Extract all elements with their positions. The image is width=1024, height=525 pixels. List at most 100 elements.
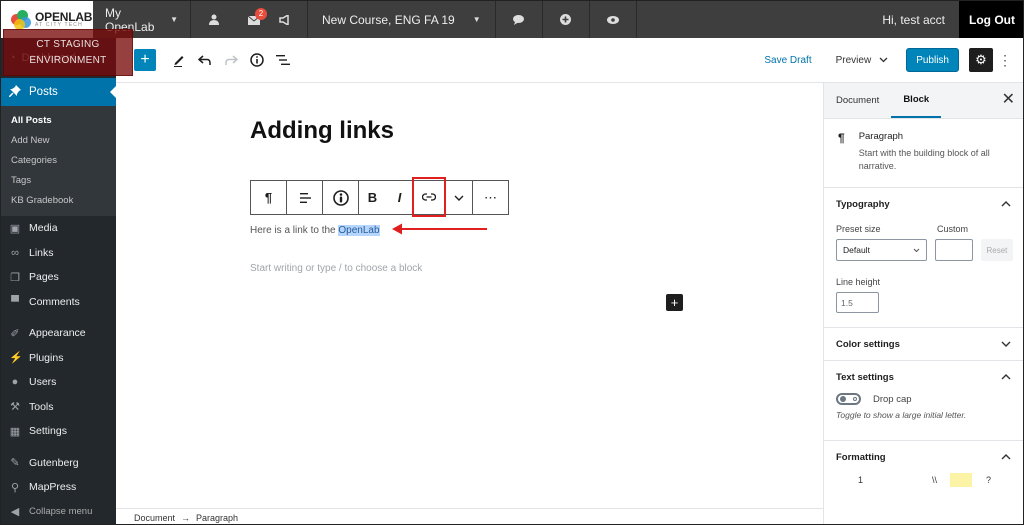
content-info-button[interactable] — [244, 47, 270, 73]
preset-size-label: Preset size — [836, 224, 881, 235]
comments-button[interactable] — [496, 1, 543, 38]
text-settings-toggle[interactable]: Text settings — [824, 361, 1023, 393]
typography-panel: Typography Preset size Custom Default Re… — [824, 188, 1023, 329]
sidebar-item-media[interactable]: ▣ Media — [1, 216, 116, 241]
submenu-all-posts[interactable]: All Posts — [1, 110, 116, 130]
submenu-kb-gradebook[interactable]: KB Gradebook — [1, 190, 116, 210]
users-icon: ● — [11, 376, 19, 389]
more-rich-text-button[interactable] — [445, 181, 472, 214]
align-button[interactable] — [287, 181, 322, 214]
submenu-categories[interactable]: Categories — [1, 150, 116, 170]
format-option-icon[interactable]: ? — [986, 475, 991, 485]
tab-block[interactable]: Block — [891, 83, 942, 118]
format-option-highlighted[interactable] — [950, 473, 972, 488]
sidebar-item-settings[interactable]: ▦ Settings — [1, 419, 116, 444]
reset-button[interactable]: Reset — [980, 239, 1013, 262]
sidebar-item-label: Media — [29, 222, 58, 235]
logout-button[interactable]: Log Out — [959, 1, 1023, 38]
sidebar-item-pages[interactable]: ❐ Pages — [1, 265, 116, 290]
link-button[interactable] — [412, 177, 446, 217]
preview-button[interactable]: Preview — [824, 55, 899, 66]
line-height-input[interactable]: 1.5 — [836, 292, 879, 314]
megaphone-icon[interactable] — [273, 14, 295, 25]
format-option-icon[interactable]: 1 — [858, 475, 863, 485]
sidebar-item-label: Posts — [29, 86, 58, 98]
editor-canvas: Adding links ¶ B I ⋯ Here is a link to t… — [116, 83, 823, 508]
paragraph-block[interactable]: Here is a link to the OpenLab — [250, 225, 380, 236]
posts-submenu: All Posts Add New Categories Tags KB Gra… — [1, 106, 116, 216]
format-option-icon[interactable]: \\ — [932, 475, 937, 485]
custom-size-input[interactable] — [934, 239, 973, 262]
block-inserter-button[interactable]: + — [134, 49, 156, 71]
user-icon — [203, 14, 225, 25]
settings-icon: ▦ — [9, 425, 21, 438]
close-icon[interactable]: ✕ — [1002, 92, 1015, 108]
italic-icon: I — [397, 190, 402, 205]
chevron-down-icon — [879, 57, 888, 63]
staging-environment-banner: CT STAGING ENVIRONMENT — [3, 29, 133, 76]
new-content-button[interactable] — [543, 1, 590, 38]
sidebar-item-gutenberg[interactable]: ✎ Gutenberg — [1, 451, 116, 476]
user-menu[interactable]: 2 — [191, 1, 308, 38]
annotation-arrow-icon — [392, 223, 487, 235]
more-options-button[interactable]: ⋯ — [473, 181, 508, 214]
block-description: Start with the building block of all nar… — [858, 148, 990, 172]
bold-button[interactable]: B — [359, 181, 386, 214]
line-height-label: Line height — [836, 277, 881, 288]
collapse-icon: ◀ — [10, 506, 20, 519]
text-settings-panel: Text settings Drop cap Toggle to show a … — [824, 361, 1023, 442]
panel-title: Text settings — [836, 371, 894, 383]
sidebar-item-mappress[interactable]: ⚲ MapPress — [1, 475, 116, 500]
pushpin-icon — [8, 84, 21, 100]
more-options-button[interactable]: ⋮ — [995, 52, 1015, 69]
inline-inserter-button[interactable]: + — [666, 294, 683, 311]
block-navigation-button[interactable] — [270, 47, 296, 73]
sidebar-item-tools[interactable]: ⚒ Tools — [1, 395, 116, 420]
user-greeting[interactable]: Hi, test acct — [882, 1, 959, 38]
color-settings-toggle[interactable]: Color settings — [824, 328, 1023, 360]
messages-button[interactable]: 2 — [243, 7, 267, 25]
collapse-menu-button[interactable]: ◀ Collapse menu — [1, 500, 116, 525]
sidebar-item-comments[interactable]: ▀ Comments — [1, 290, 116, 315]
preset-size-select[interactable]: Default — [836, 239, 927, 262]
sidebar-item-links[interactable]: ∞ Links — [1, 241, 116, 266]
block-type-button[interactable]: ¶ — [251, 181, 286, 214]
staging-line-2: ENVIRONMENT — [29, 55, 107, 66]
tab-document[interactable]: Document — [824, 83, 891, 118]
settings-toggle-button[interactable]: ⚙ — [969, 48, 993, 72]
formatting-options-row: 1 \\ ? — [824, 473, 1023, 488]
formatting-toggle[interactable]: Formatting — [824, 441, 1023, 473]
settings-tabs: Document Block ✕ — [824, 83, 1023, 119]
redo-button[interactable] — [218, 47, 244, 73]
breadcrumb-document[interactable]: Document — [134, 513, 175, 523]
selected-link-text[interactable]: OpenLab — [338, 225, 380, 236]
undo-button[interactable] — [192, 47, 218, 73]
breadcrumb-paragraph[interactable]: Paragraph — [196, 513, 238, 523]
sidebar-item-label: Settings — [29, 425, 67, 438]
italic-button[interactable]: I — [386, 181, 413, 214]
sidebar-item-appearance[interactable]: ✐ Appearance — [1, 321, 116, 346]
block-breadcrumb: Document → Paragraph — [116, 508, 823, 524]
accessibility-button[interactable] — [323, 181, 358, 214]
chevron-down-icon — [913, 248, 920, 252]
post-title[interactable]: Adding links — [250, 117, 394, 145]
submenu-add-new[interactable]: Add New — [1, 130, 116, 150]
empty-block-placeholder[interactable]: Start writing or type / to choose a bloc… — [250, 263, 422, 274]
drop-cap-label: Drop cap — [873, 393, 912, 405]
formatting-panel: Formatting 1 \\ ? — [824, 441, 1023, 488]
submenu-tags[interactable]: Tags — [1, 170, 116, 190]
save-draft-button[interactable]: Save Draft — [752, 55, 823, 66]
tools-button[interactable] — [166, 47, 192, 73]
sidebar-item-label: Users — [29, 376, 57, 389]
map-pin-icon: ⚲ — [10, 481, 20, 494]
drop-cap-toggle[interactable] — [836, 393, 861, 406]
typography-toggle[interactable]: Typography — [824, 188, 1023, 220]
course-menu[interactable]: New Course, ENG FA 19 ▼ — [308, 1, 496, 38]
sidebar-item-posts[interactable]: Posts — [1, 78, 116, 106]
publish-button[interactable]: Publish — [906, 48, 959, 72]
appearance-icon: ✐ — [10, 327, 20, 340]
view-site-button[interactable] — [590, 1, 637, 38]
sidebar-item-plugins[interactable]: ⚡ Plugins — [1, 346, 116, 371]
eye-icon — [602, 15, 624, 24]
sidebar-item-users[interactable]: ● Users — [1, 370, 116, 395]
